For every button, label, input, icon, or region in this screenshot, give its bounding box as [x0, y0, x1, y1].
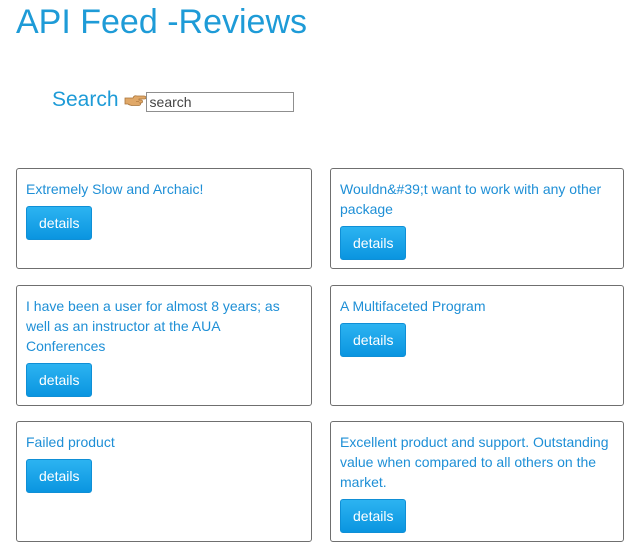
review-card: Failed product details [16, 421, 312, 542]
search-input[interactable] [145, 91, 294, 112]
details-button[interactable]: details [340, 499, 407, 533]
search-label: Search [52, 88, 119, 111]
search-bar: Search [52, 86, 294, 114]
details-button[interactable]: details [26, 459, 93, 493]
details-button[interactable]: details [26, 206, 93, 240]
review-title: I have been a user for almost 8 years; a… [26, 298, 280, 354]
review-title: Excellent product and support. Outstandi… [340, 434, 609, 490]
review-card: Wouldn&#39;t want to work with any other… [330, 168, 624, 269]
details-button[interactable]: details [26, 363, 93, 397]
review-card: Extremely Slow and Archaic! details [16, 168, 312, 269]
page-title: API Feed -Reviews [16, 3, 307, 41]
review-card: A Multifaceted Program details [330, 285, 624, 406]
review-title: Failed product [26, 434, 115, 450]
review-card: I have been a user for almost 8 years; a… [16, 285, 312, 406]
review-title: Extremely Slow and Archaic! [26, 181, 204, 197]
details-button[interactable]: details [340, 226, 407, 260]
review-card: Excellent product and support. Outstandi… [330, 421, 624, 542]
review-title: A Multifaceted Program [340, 298, 486, 314]
details-button[interactable]: details [340, 323, 407, 357]
review-title: Wouldn&#39;t want to work with any other… [340, 181, 602, 217]
pointing-hand-icon [124, 93, 146, 107]
